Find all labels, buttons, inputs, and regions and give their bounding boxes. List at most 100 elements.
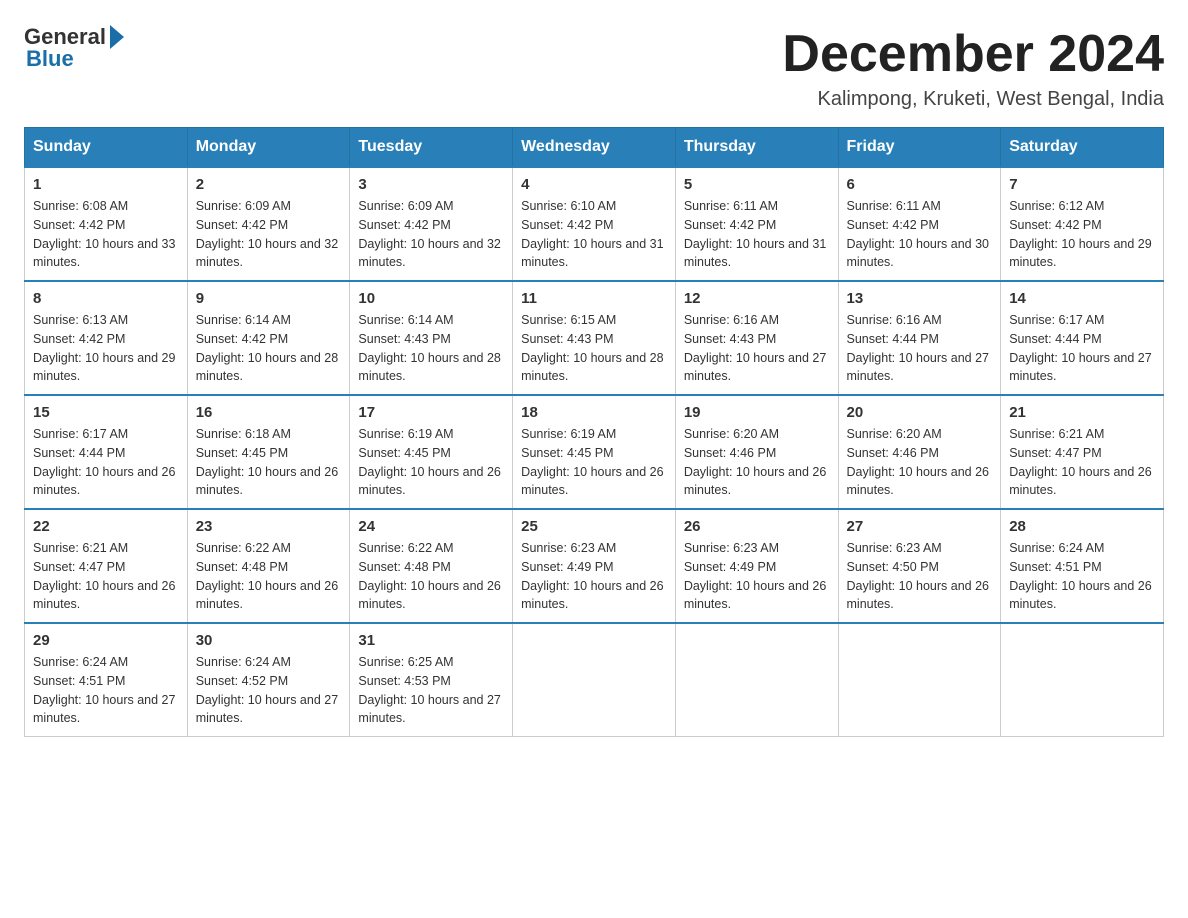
col-header-monday: Monday: [187, 128, 350, 168]
week-row-4: 22 Sunrise: 6:21 AMSunset: 4:47 PMDaylig…: [25, 509, 1164, 623]
calendar-cell: 1 Sunrise: 6:08 AMSunset: 4:42 PMDayligh…: [25, 167, 188, 281]
day-info: Sunrise: 6:15 AMSunset: 4:43 PMDaylight:…: [521, 313, 663, 383]
day-info: Sunrise: 6:23 AMSunset: 4:49 PMDaylight:…: [684, 541, 826, 611]
calendar-cell: 16 Sunrise: 6:18 AMSunset: 4:45 PMDaylig…: [187, 395, 350, 509]
calendar-header-row: SundayMondayTuesdayWednesdayThursdayFrid…: [25, 128, 1164, 168]
day-number: 18: [521, 404, 667, 421]
day-number: 6: [847, 176, 993, 193]
day-number: 17: [358, 404, 504, 421]
day-info: Sunrise: 6:16 AMSunset: 4:43 PMDaylight:…: [684, 313, 826, 383]
day-number: 23: [196, 518, 342, 535]
day-info: Sunrise: 6:18 AMSunset: 4:45 PMDaylight:…: [196, 427, 338, 497]
day-number: 31: [358, 632, 504, 649]
day-number: 20: [847, 404, 993, 421]
calendar-cell: 11 Sunrise: 6:15 AMSunset: 4:43 PMDaylig…: [513, 281, 676, 395]
col-header-sunday: Sunday: [25, 128, 188, 168]
day-number: 7: [1009, 176, 1155, 193]
day-info: Sunrise: 6:23 AMSunset: 4:49 PMDaylight:…: [521, 541, 663, 611]
day-info: Sunrise: 6:22 AMSunset: 4:48 PMDaylight:…: [358, 541, 500, 611]
day-info: Sunrise: 6:19 AMSunset: 4:45 PMDaylight:…: [358, 427, 500, 497]
day-number: 9: [196, 290, 342, 307]
day-info: Sunrise: 6:21 AMSunset: 4:47 PMDaylight:…: [33, 541, 175, 611]
day-number: 21: [1009, 404, 1155, 421]
day-number: 16: [196, 404, 342, 421]
calendar-cell: 9 Sunrise: 6:14 AMSunset: 4:42 PMDayligh…: [187, 281, 350, 395]
day-number: 27: [847, 518, 993, 535]
calendar-cell: 12 Sunrise: 6:16 AMSunset: 4:43 PMDaylig…: [675, 281, 838, 395]
calendar-cell: [838, 623, 1001, 737]
week-row-1: 1 Sunrise: 6:08 AMSunset: 4:42 PMDayligh…: [25, 167, 1164, 281]
week-row-2: 8 Sunrise: 6:13 AMSunset: 4:42 PMDayligh…: [25, 281, 1164, 395]
day-info: Sunrise: 6:24 AMSunset: 4:51 PMDaylight:…: [33, 655, 175, 725]
calendar-cell: 6 Sunrise: 6:11 AMSunset: 4:42 PMDayligh…: [838, 167, 1001, 281]
day-number: 22: [33, 518, 179, 535]
day-number: 8: [33, 290, 179, 307]
day-info: Sunrise: 6:23 AMSunset: 4:50 PMDaylight:…: [847, 541, 989, 611]
day-info: Sunrise: 6:14 AMSunset: 4:43 PMDaylight:…: [358, 313, 500, 383]
day-info: Sunrise: 6:22 AMSunset: 4:48 PMDaylight:…: [196, 541, 338, 611]
calendar-cell: 5 Sunrise: 6:11 AMSunset: 4:42 PMDayligh…: [675, 167, 838, 281]
day-info: Sunrise: 6:11 AMSunset: 4:42 PMDaylight:…: [847, 199, 989, 269]
day-info: Sunrise: 6:08 AMSunset: 4:42 PMDaylight:…: [33, 199, 175, 269]
day-number: 10: [358, 290, 504, 307]
calendar-cell: 27 Sunrise: 6:23 AMSunset: 4:50 PMDaylig…: [838, 509, 1001, 623]
calendar-cell: 13 Sunrise: 6:16 AMSunset: 4:44 PMDaylig…: [838, 281, 1001, 395]
day-info: Sunrise: 6:25 AMSunset: 4:53 PMDaylight:…: [358, 655, 500, 725]
calendar-cell: 25 Sunrise: 6:23 AMSunset: 4:49 PMDaylig…: [513, 509, 676, 623]
calendar-cell: 2 Sunrise: 6:09 AMSunset: 4:42 PMDayligh…: [187, 167, 350, 281]
calendar-cell: 7 Sunrise: 6:12 AMSunset: 4:42 PMDayligh…: [1001, 167, 1164, 281]
day-number: 14: [1009, 290, 1155, 307]
day-info: Sunrise: 6:19 AMSunset: 4:45 PMDaylight:…: [521, 427, 663, 497]
calendar-cell: 30 Sunrise: 6:24 AMSunset: 4:52 PMDaylig…: [187, 623, 350, 737]
day-number: 15: [33, 404, 179, 421]
day-number: 4: [521, 176, 667, 193]
calendar-cell: 22 Sunrise: 6:21 AMSunset: 4:47 PMDaylig…: [25, 509, 188, 623]
calendar-cell: 24 Sunrise: 6:22 AMSunset: 4:48 PMDaylig…: [350, 509, 513, 623]
month-title: December 2024: [782, 24, 1164, 84]
col-header-thursday: Thursday: [675, 128, 838, 168]
day-info: Sunrise: 6:12 AMSunset: 4:42 PMDaylight:…: [1009, 199, 1151, 269]
week-row-5: 29 Sunrise: 6:24 AMSunset: 4:51 PMDaylig…: [25, 623, 1164, 737]
day-info: Sunrise: 6:20 AMSunset: 4:46 PMDaylight:…: [847, 427, 989, 497]
calendar-cell: [1001, 623, 1164, 737]
logo: General Blue: [24, 24, 124, 72]
calendar-cell: 28 Sunrise: 6:24 AMSunset: 4:51 PMDaylig…: [1001, 509, 1164, 623]
day-info: Sunrise: 6:17 AMSunset: 4:44 PMDaylight:…: [1009, 313, 1151, 383]
day-info: Sunrise: 6:11 AMSunset: 4:42 PMDaylight:…: [684, 199, 826, 269]
day-number: 29: [33, 632, 179, 649]
day-number: 1: [33, 176, 179, 193]
day-number: 30: [196, 632, 342, 649]
col-header-friday: Friday: [838, 128, 1001, 168]
day-info: Sunrise: 6:20 AMSunset: 4:46 PMDaylight:…: [684, 427, 826, 497]
calendar-table: SundayMondayTuesdayWednesdayThursdayFrid…: [24, 127, 1164, 737]
day-info: Sunrise: 6:17 AMSunset: 4:44 PMDaylight:…: [33, 427, 175, 497]
day-number: 28: [1009, 518, 1155, 535]
calendar-cell: 20 Sunrise: 6:20 AMSunset: 4:46 PMDaylig…: [838, 395, 1001, 509]
calendar-cell: 17 Sunrise: 6:19 AMSunset: 4:45 PMDaylig…: [350, 395, 513, 509]
day-number: 25: [521, 518, 667, 535]
col-header-wednesday: Wednesday: [513, 128, 676, 168]
logo-blue: Blue: [26, 46, 74, 72]
col-header-tuesday: Tuesday: [350, 128, 513, 168]
calendar-cell: 26 Sunrise: 6:23 AMSunset: 4:49 PMDaylig…: [675, 509, 838, 623]
calendar-cell: 3 Sunrise: 6:09 AMSunset: 4:42 PMDayligh…: [350, 167, 513, 281]
day-info: Sunrise: 6:24 AMSunset: 4:52 PMDaylight:…: [196, 655, 338, 725]
day-number: 26: [684, 518, 830, 535]
calendar-cell: 19 Sunrise: 6:20 AMSunset: 4:46 PMDaylig…: [675, 395, 838, 509]
day-info: Sunrise: 6:14 AMSunset: 4:42 PMDaylight:…: [196, 313, 338, 383]
day-info: Sunrise: 6:10 AMSunset: 4:42 PMDaylight:…: [521, 199, 663, 269]
calendar-cell: 23 Sunrise: 6:22 AMSunset: 4:48 PMDaylig…: [187, 509, 350, 623]
calendar-cell: [513, 623, 676, 737]
calendar-cell: 8 Sunrise: 6:13 AMSunset: 4:42 PMDayligh…: [25, 281, 188, 395]
calendar-cell: 29 Sunrise: 6:24 AMSunset: 4:51 PMDaylig…: [25, 623, 188, 737]
calendar-cell: 31 Sunrise: 6:25 AMSunset: 4:53 PMDaylig…: [350, 623, 513, 737]
day-info: Sunrise: 6:24 AMSunset: 4:51 PMDaylight:…: [1009, 541, 1151, 611]
location-text: Kalimpong, Kruketi, West Bengal, India: [782, 88, 1164, 111]
col-header-saturday: Saturday: [1001, 128, 1164, 168]
logo-arrow-icon: [110, 25, 124, 49]
day-number: 24: [358, 518, 504, 535]
day-info: Sunrise: 6:21 AMSunset: 4:47 PMDaylight:…: [1009, 427, 1151, 497]
calendar-cell: 15 Sunrise: 6:17 AMSunset: 4:44 PMDaylig…: [25, 395, 188, 509]
day-number: 12: [684, 290, 830, 307]
day-number: 11: [521, 290, 667, 307]
